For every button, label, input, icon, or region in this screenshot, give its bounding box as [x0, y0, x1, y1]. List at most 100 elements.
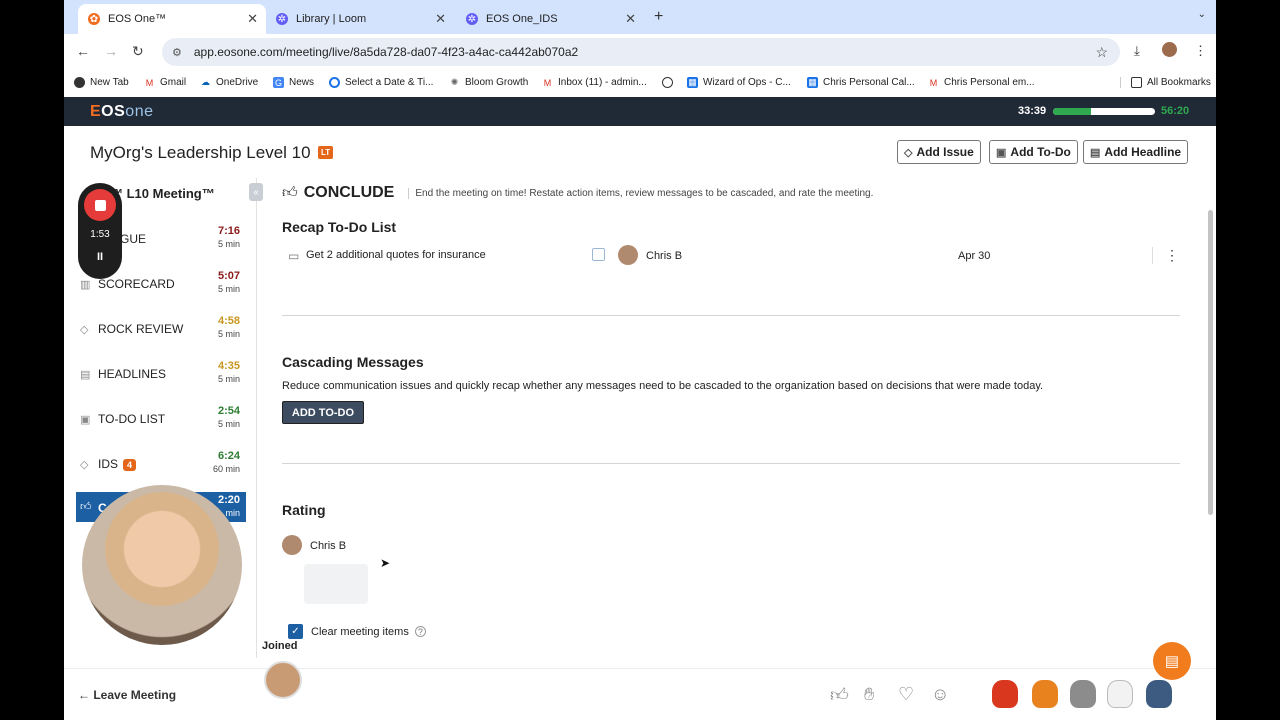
chevron-down-icon[interactable]: ⌄ — [1198, 9, 1206, 20]
chat-support-button[interactable]: ▤ — [1153, 642, 1191, 680]
clap-reaction-icon[interactable]: ✋︎ — [864, 684, 874, 705]
cow-reaction-icon[interactable] — [1107, 680, 1133, 708]
site-settings-icon[interactable]: ⚙ — [172, 46, 182, 59]
smile-reaction-icon[interactable]: ☺ — [931, 684, 949, 705]
section-title: CONCLUDE — [303, 184, 395, 201]
bookmark-globe[interactable] — [662, 77, 678, 88]
rating-heading: Rating — [282, 502, 326, 518]
bookmark-news[interactable]: G News — [273, 77, 314, 88]
tab-loom[interactable]: ✲ Library | Loom ✕ — [266, 4, 454, 34]
sidebar-item-ids[interactable]: ◇ IDS 4 6:24 60 min — [76, 448, 246, 484]
heart-reaction-icon[interactable]: ♡ — [898, 684, 914, 705]
recap-todo-heading: Recap To-Do List — [282, 219, 397, 235]
bookmark-wizard-of-ops[interactable]: ▦ Wizard of Ops - C... — [687, 77, 791, 88]
bookmark-chris-cal[interactable]: ▦ Chris Personal Cal... — [807, 77, 915, 88]
clear-meeting-items-option[interactable]: ✓ Clear meeting items ? — [288, 624, 426, 639]
thumbs-up-icon: 👍︎ — [282, 184, 298, 201]
issue-count-badge: 4 — [123, 459, 137, 471]
bookmark-bloom-growth[interactable]: ✺ Bloom Growth — [449, 77, 529, 88]
chat-icon: ▤ — [1164, 653, 1180, 670]
bookmark-inbox[interactable]: M Inbox (11) - admin... — [542, 77, 647, 88]
bookmark-onedrive[interactable]: ☁ OneDrive — [200, 77, 258, 88]
bookmark-new-tab[interactable]: New Tab — [74, 77, 129, 88]
tab-title: Library | Loom — [296, 13, 367, 25]
download-icon[interactable]: ⤓ — [1134, 43, 1140, 59]
logo-os: OS — [101, 103, 126, 120]
sidebar-item-label: IDS — [98, 457, 119, 471]
todo-row[interactable]: ▭ Get 2 additional quotes for insurance … — [282, 244, 1182, 268]
sidebar-title: ™ L10 Meeting™ — [110, 186, 215, 201]
tab-title: EOS One™ — [108, 13, 167, 25]
reload-icon[interactable]: ↻ — [132, 43, 144, 60]
close-tab-icon[interactable]: ✕ — [247, 11, 258, 27]
elephant-reaction-icon[interactable] — [1146, 680, 1172, 708]
todo-due-date[interactable]: Apr 30 — [958, 250, 990, 262]
todo-title[interactable]: Get 2 additional quotes for insurance — [306, 249, 486, 261]
bookmark-gmail[interactable]: M Gmail — [144, 77, 186, 88]
tab-eos-ids[interactable]: ✲ EOS One_IDS ✕ — [456, 4, 644, 34]
recording-time: 1:53 — [90, 229, 110, 240]
horse-reaction-icon[interactable] — [1070, 680, 1096, 708]
browser-window: ✿ EOS One™ ✕ ✲ Library | Loom ✕ ✲ EOS On… — [64, 0, 1216, 720]
rater-name: Chris B — [310, 540, 347, 552]
sidebar-item-rock-review[interactable]: ◇ ROCK REVIEW 4:58 5 min — [76, 313, 246, 349]
scrollbar[interactable] — [1208, 210, 1213, 515]
stop-recording-button[interactable] — [84, 189, 116, 221]
webcam-bubble[interactable] — [82, 485, 242, 645]
bookmark-star-icon[interactable]: ☆ — [1095, 44, 1108, 61]
all-bookmarks[interactable]: All Bookmarks — [1120, 77, 1211, 88]
leave-meeting-button[interactable]: ← Leave Meeting — [78, 688, 176, 702]
divider — [282, 463, 1180, 464]
add-headline-button[interactable]: ▤ Add Headline — [1083, 140, 1189, 164]
sidebar-item-label: SCORECARD — [98, 277, 175, 291]
help-icon[interactable]: ? — [414, 626, 426, 637]
logo-e: E — [90, 103, 102, 120]
address-bar[interactable]: ⚙ app.eosone.com/meeting/live/8a5da728-d… — [162, 38, 1120, 66]
profile-avatar[interactable] — [1162, 42, 1177, 57]
squirrel-reaction-icon[interactable] — [992, 680, 1018, 708]
eos-one-logo[interactable]: EOSone — [90, 103, 154, 121]
bookmark-select-date[interactable]: Select a Date & Ti... — [329, 77, 433, 88]
rating-input[interactable] — [304, 564, 368, 604]
eos-favicon-icon: ✿ — [88, 13, 100, 25]
note-icon[interactable] — [592, 248, 605, 261]
sidebar-item-label: TO-DO LIST — [98, 412, 166, 426]
add-todo-button[interactable]: ▣ Add To-Do — [989, 140, 1078, 164]
sidebar-item-todo-list[interactable]: ▣ TO-DO LIST 2:54 5 min — [76, 403, 246, 439]
bookmark-label: News — [289, 77, 315, 88]
forward-arrow-icon[interactable]: → — [104, 43, 118, 59]
back-arrow-icon[interactable]: ← — [76, 43, 90, 59]
bloom-icon: ✺ — [450, 77, 459, 87]
bookmark-label: Inbox (11) - admin... — [558, 77, 647, 88]
collapse-sidebar-icon[interactable]: « — [249, 183, 263, 201]
bull-reaction-icon[interactable] — [1032, 680, 1058, 708]
newspaper-icon: ▤ — [80, 369, 91, 381]
more-options-icon[interactable]: ⋮ — [1152, 247, 1179, 264]
thumbs-up-reaction-icon[interactable]: 👍︎ — [830, 684, 849, 706]
new-tab-icon[interactable]: + — [654, 8, 663, 26]
section-timer: 2:20 — [217, 494, 240, 506]
chart-icon: ▥ — [80, 279, 91, 291]
bookmarks-bar: New Tab M Gmail ☁ OneDrive G News Select a … — [64, 70, 1216, 96]
sidebar-item-headlines[interactable]: ▤ HEADLINES 4:35 5 min — [76, 358, 246, 394]
button-label: Leave Meeting — [93, 688, 177, 702]
add-issue-button[interactable]: ◇ Add Issue — [897, 140, 981, 164]
url-text: app.eosone.com/meeting/live/8a5da728-da0… — [193, 45, 579, 59]
bookmark-chris-email[interactable]: M Chris Personal em... — [928, 77, 1035, 88]
pause-icon[interactable]: II — [78, 251, 122, 263]
checkbox-checked-icon[interactable]: ✓ — [288, 624, 303, 639]
more-menu-icon[interactable]: ⋮ — [1194, 43, 1207, 59]
calendar-check-icon: ▣ — [996, 146, 1007, 159]
loom-favicon-icon: ✲ — [466, 13, 478, 25]
clear-label: Clear meeting items — [311, 625, 409, 638]
cascading-messages-heading: Cascading Messages — [282, 354, 424, 370]
sidebar-divider — [256, 178, 257, 658]
close-tab-icon[interactable]: ✕ — [625, 11, 636, 27]
add-todo-cascade-button[interactable]: ADD TO-DO — [282, 401, 364, 424]
tab-eos-one[interactable]: ✿ EOS One™ ✕ — [78, 4, 266, 34]
bookmark-label: OneDrive — [216, 77, 259, 88]
gmail-icon: M — [543, 77, 552, 88]
close-tab-icon[interactable]: ✕ — [435, 11, 446, 27]
section-duration: min — [225, 508, 240, 518]
gem-icon: ◇ — [80, 324, 89, 336]
